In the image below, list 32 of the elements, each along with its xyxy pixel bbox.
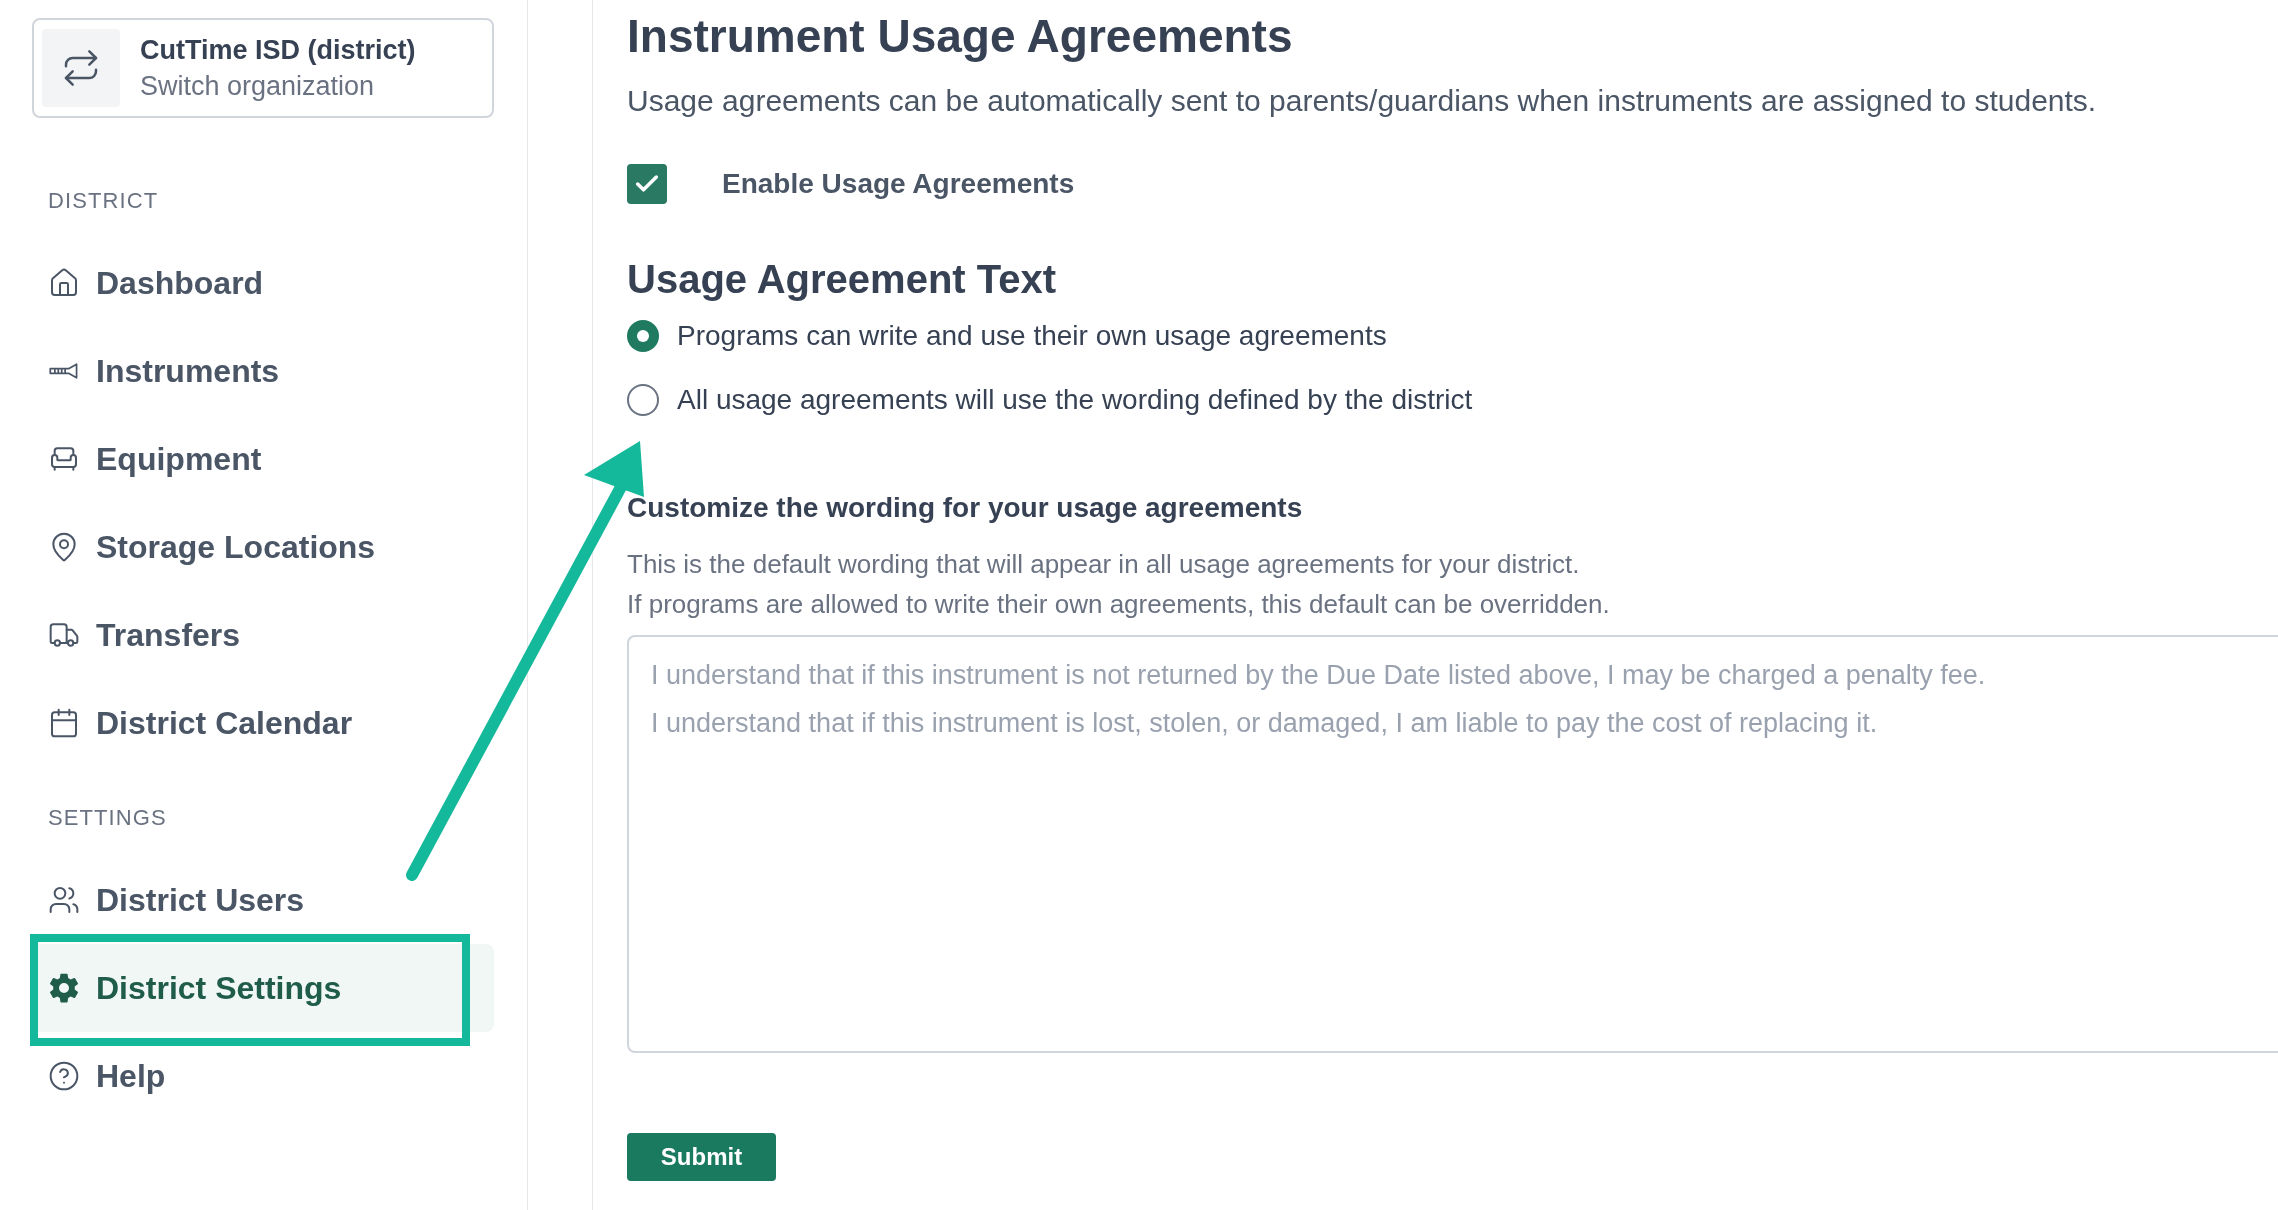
nav-item[interactable]: Equipment [32, 415, 494, 503]
radio-label: All usage agreements will use the wording defined by the district [677, 383, 1473, 417]
users-icon [48, 884, 80, 916]
help-text: This is the default wording that will appear in all usage agreements for your district. [627, 548, 1581, 581]
nav-item[interactable]: District Calendar [32, 679, 494, 767]
organization-subtitle: Switch organization [140, 70, 376, 103]
nav-item[interactable]: Transfers [32, 591, 494, 679]
calendar-icon [48, 707, 80, 739]
radio-button[interactable] [627, 384, 659, 416]
nav-item[interactable]: Dashboard [32, 239, 494, 327]
radio-label: Programs can write and use their own usage agreements [677, 319, 1387, 353]
help-icon [48, 1060, 80, 1092]
section-title: Usage Agreement Text [627, 256, 1058, 303]
organization-name: CutTime ISD (district) [140, 34, 416, 67]
submit-button[interactable]: Submit [627, 1133, 776, 1181]
organization-switcher[interactable]: CutTime ISD (district) Switch organization [32, 18, 494, 118]
nav-item[interactable]: Instruments [32, 327, 494, 415]
section-heading: SETTINGS [47, 804, 168, 832]
help-text: If programs are allowed to write their own agreements, this default can be overridden. [627, 588, 1611, 621]
home-icon [48, 267, 80, 299]
page-description: Usage agreements can be automatically sent to parents/guardians when instruments are assigned to students. [627, 83, 2098, 119]
nav-item[interactable]: Help [32, 1032, 494, 1120]
nav-item[interactable]: Storage Locations [32, 503, 494, 591]
field-label: Customize the wording for your usage agreements [627, 491, 1304, 525]
nav-item[interactable]: District Users [32, 856, 494, 944]
section-heading: DISTRICT [47, 187, 160, 215]
page-title: Instrument Usage Agreements [627, 9, 1294, 64]
settings-icon [48, 972, 80, 1004]
checkbox-label: Enable Usage Agreements [722, 167, 1075, 201]
radio-button[interactable] [627, 320, 659, 352]
enable-checkbox[interactable] [627, 164, 667, 204]
agreement-text-area[interactable]: I understand that if this instrument is not returned by the Due Date listed above, I may be charged a penalty fee. I understand that if this instrument is lost, stolen, or damaged, I am liable to pay the cost of replacing it. [627, 635, 2278, 1053]
